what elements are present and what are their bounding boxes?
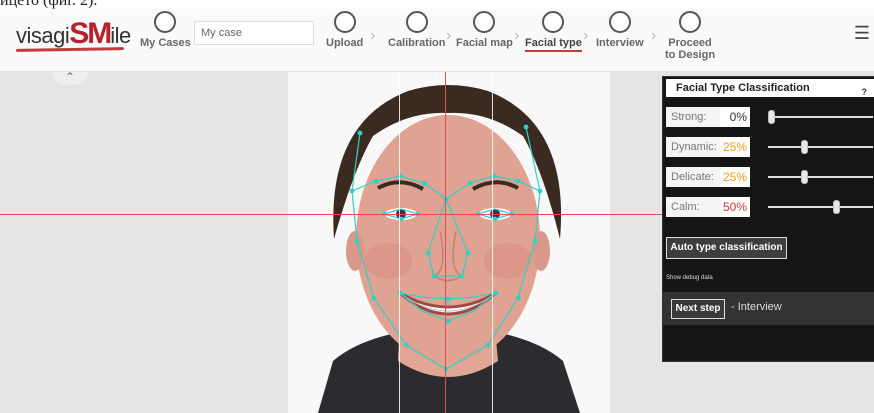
upload-icon — [333, 11, 356, 33]
hamburger-icon[interactable]: ☰ — [854, 23, 870, 44]
breadcrumb-separator: › — [583, 27, 589, 44]
show-debug-data-link[interactable]: Show debug data — [666, 275, 713, 281]
case-name-input[interactable]: My case — [194, 21, 314, 45]
top-toolbar: visagiSMile My Cases My case Upload › Ca… — [0, 9, 874, 72]
delicate-percent: 25% — [720, 167, 750, 187]
calm-slider-thumb[interactable] — [833, 200, 840, 214]
proceed-design-icon — [679, 11, 701, 33]
visagismile-logo[interactable]: visagiSMile — [16, 17, 131, 51]
dynamic-slider[interactable] — [768, 146, 873, 148]
dynamic-percent: 25% — [720, 137, 750, 157]
vertical-midline[interactable] — [445, 71, 446, 413]
dynamic-label: Dynamic: — [666, 137, 722, 157]
breadcrumb-separator: › — [370, 27, 376, 44]
logo-underline — [15, 47, 125, 52]
nav-calibration[interactable]: Calibration — [388, 11, 445, 49]
breadcrumb-separator: › — [446, 27, 452, 44]
nav-proceed-to-design[interactable]: Proceed to Design — [662, 11, 718, 61]
guide-line — [399, 71, 400, 413]
strong-percent: 0% — [720, 107, 750, 127]
delicate-label: Delicate: — [666, 167, 722, 187]
next-step-label: - Interview — [731, 301, 782, 313]
strong-label: Strong: — [666, 107, 722, 127]
strong-slider-thumb[interactable] — [768, 110, 775, 124]
dynamic-slider-thumb[interactable] — [800, 140, 808, 154]
nav-facial-type[interactable]: Facial type — [525, 11, 582, 52]
collapse-panel-button[interactable]: ⌃ — [52, 71, 88, 85]
panel-title: Facial Type Classification ? — [666, 79, 874, 97]
strong-slider[interactable] — [768, 116, 873, 118]
facial-type-panel: Facial Type Classification ? Strong: 0% … — [662, 76, 874, 362]
face-illustration — [288, 71, 610, 413]
guide-line — [492, 71, 493, 413]
calm-label: Calm: — [666, 197, 722, 217]
calm-percent: 50% — [720, 197, 750, 217]
nav-interview[interactable]: Interview — [596, 11, 644, 49]
auto-type-classification-button[interactable]: Auto type classification — [666, 237, 787, 259]
nav-facial-map[interactable]: Facial map — [456, 11, 513, 49]
nav-upload[interactable]: Upload — [326, 11, 363, 49]
facial-type-icon — [542, 11, 565, 33]
page-caption-fragment: ицето (фиг. 2). — [0, 0, 98, 9]
next-step-button[interactable]: Next step — [671, 299, 725, 319]
next-step-bar: Next step - Interview — [663, 292, 874, 325]
help-icon[interactable]: ? — [862, 83, 868, 101]
breadcrumb-separator: › — [514, 27, 520, 44]
breadcrumb-separator: › — [651, 27, 657, 44]
folder-icon — [154, 11, 177, 33]
delicate-slider-thumb[interactable] — [800, 170, 808, 184]
nav-my-cases[interactable]: My Cases — [140, 11, 191, 49]
delicate-slider[interactable] — [768, 176, 873, 178]
calm-slider[interactable] — [768, 206, 873, 208]
interview-icon — [608, 11, 631, 33]
face-photo — [288, 71, 610, 413]
calibration-icon — [405, 11, 428, 33]
facial-map-icon — [473, 11, 496, 33]
